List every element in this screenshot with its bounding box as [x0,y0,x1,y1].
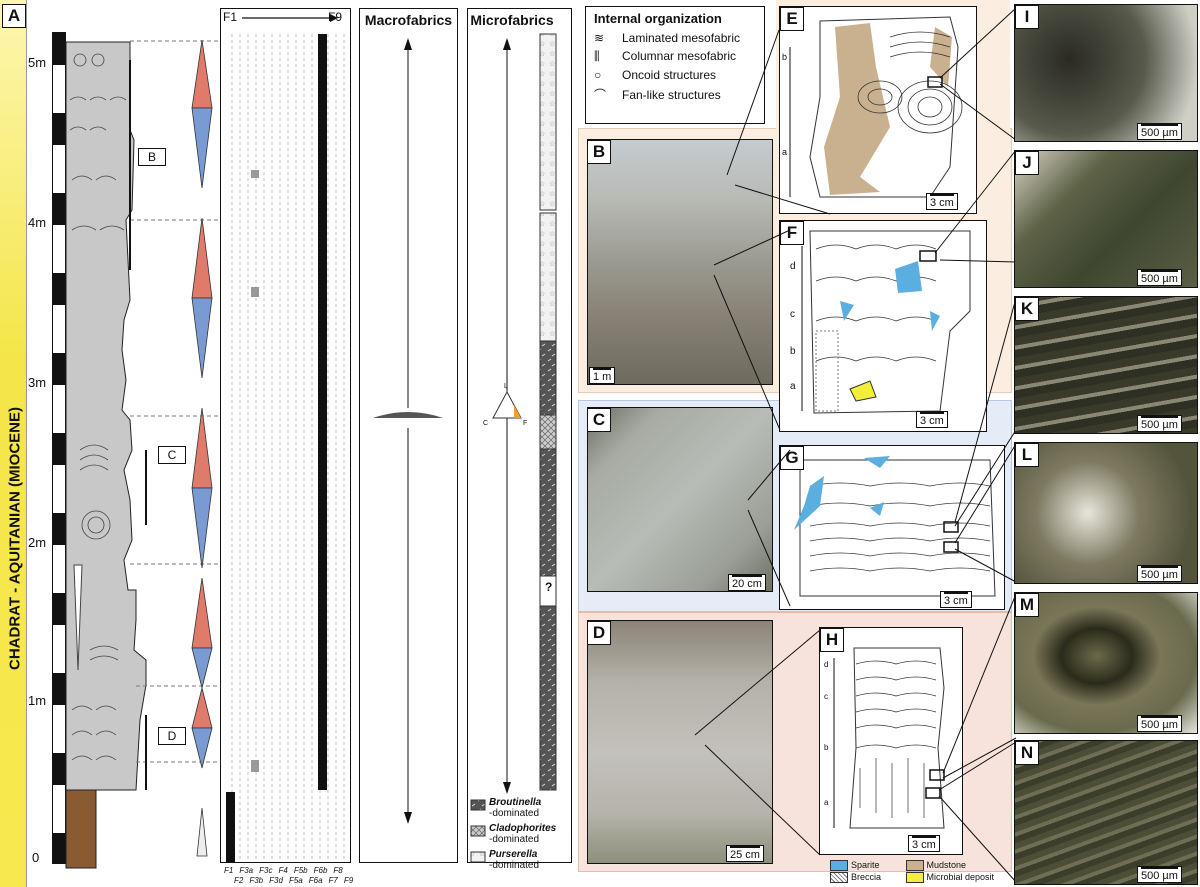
micrograph-l [1014,442,1198,584]
scale-text: 500 µm [1141,127,1178,139]
scale-n: 500 µm [1137,866,1182,883]
panel-label-m: M [1015,593,1039,617]
micrograph-i [1014,4,1198,142]
scale-j: 500 µm [1137,269,1182,286]
scale-text: 500 µm [1141,273,1178,285]
scale-text: 500 µm [1141,569,1178,581]
scale-i: 500 µm [1137,123,1182,140]
scale-m: 500 µm [1137,715,1182,732]
micrograph-n [1014,740,1198,885]
scale-text: 500 µm [1141,870,1178,882]
panel-label-n: N [1015,741,1039,765]
micrograph-j [1014,150,1198,288]
scale-text: 500 µm [1141,419,1178,431]
scale-text: 500 µm [1141,719,1178,731]
panel-label-l: L [1015,443,1039,467]
micrograph-k [1014,296,1198,434]
panel-label-k: K [1015,297,1039,321]
panel-label-j: J [1015,151,1039,175]
micrograph-m [1014,592,1198,734]
panel-label-i: I [1015,5,1039,29]
scale-l: 500 µm [1137,565,1182,582]
scale-k: 500 µm [1137,415,1182,432]
